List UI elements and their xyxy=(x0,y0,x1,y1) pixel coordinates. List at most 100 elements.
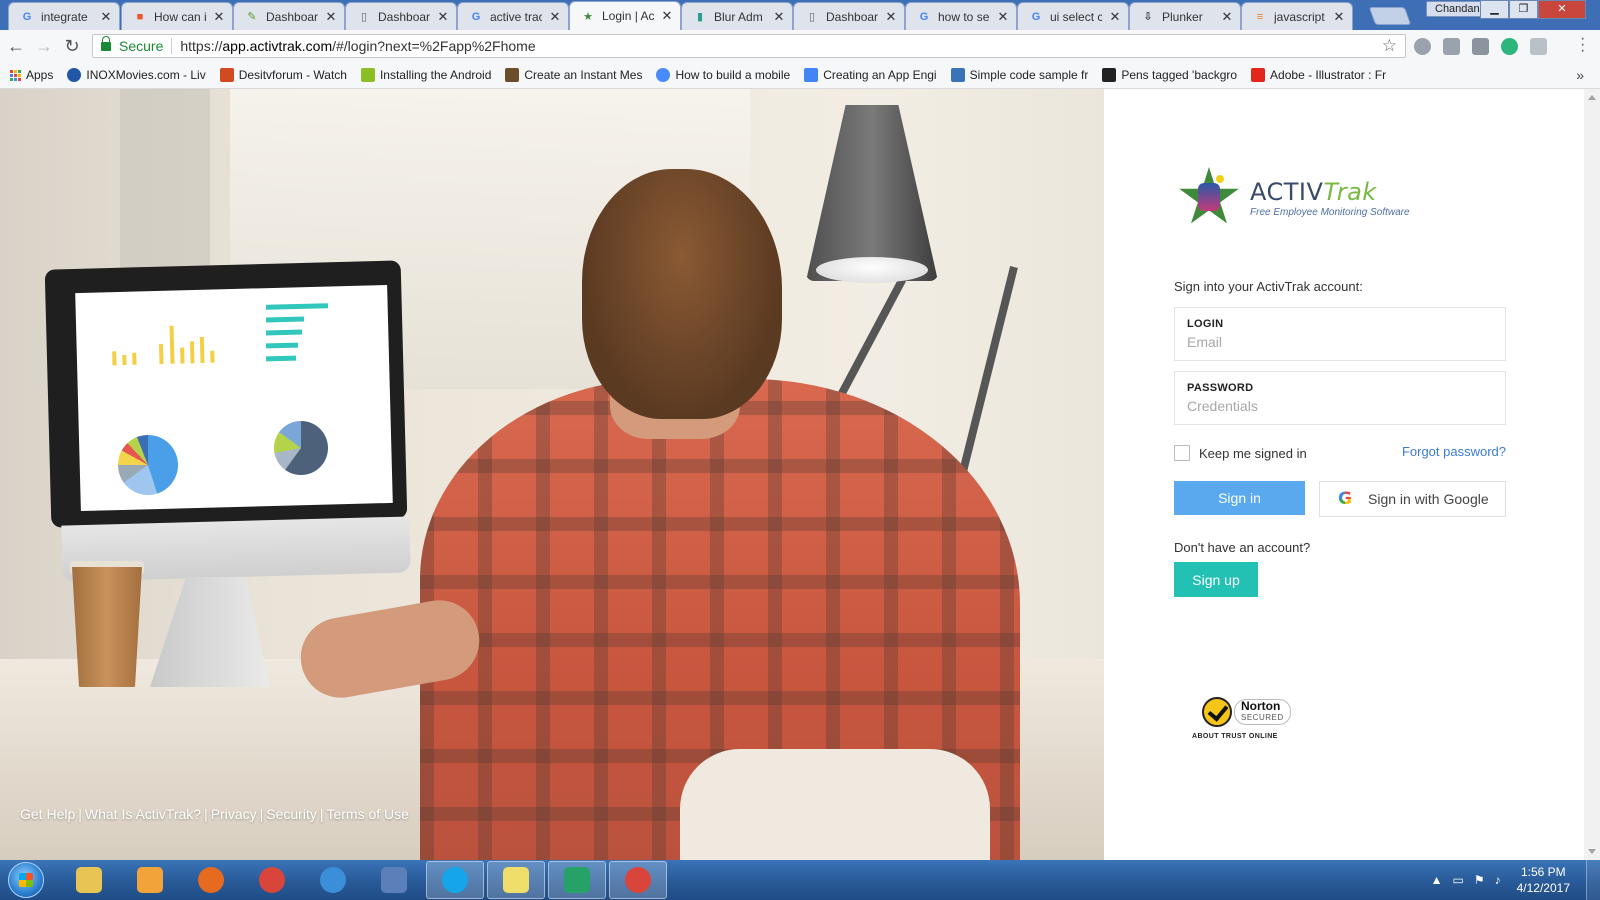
minimize-button[interactable]: ▁ xyxy=(1480,0,1509,19)
extension-icons xyxy=(1414,38,1547,55)
bookmark-label: Desitvforum - Watch xyxy=(238,68,347,82)
browser-tab[interactable]: ★ Login | Ac ✕ xyxy=(569,1,681,30)
bookmark-item[interactable]: INOXMovies.com - Liv xyxy=(67,68,206,82)
taskbar-skype-button[interactable] xyxy=(426,861,484,899)
browser-tab[interactable]: ■ How can i ✕ xyxy=(121,2,233,30)
bookmark-item[interactable]: How to build a mobile xyxy=(656,68,790,82)
back-arrow-icon[interactable]: ← xyxy=(4,34,28,58)
bookmark-item[interactable]: Simple code sample fr xyxy=(950,68,1088,82)
globe-extension-icon[interactable] xyxy=(1414,38,1431,55)
browser-tab[interactable]: ▯ Dashboard ✕ xyxy=(793,2,905,30)
forward-arrow-icon[interactable]: → xyxy=(32,34,56,58)
close-tab-icon[interactable]: ✕ xyxy=(884,9,898,25)
sign-in-with-google-button[interactable]: G Sign in with Google xyxy=(1319,481,1506,517)
browser-tab[interactable]: ▯ Dashboard ✕ xyxy=(345,2,457,30)
close-tab-icon[interactable]: ✕ xyxy=(212,9,226,25)
bookmark-item[interactable]: Creating an App Engi xyxy=(804,68,937,82)
security-link[interactable]: Security xyxy=(266,806,317,822)
forgot-password-link[interactable]: Forgot password? xyxy=(1402,444,1506,459)
password-field: PASSWORD xyxy=(1174,371,1506,425)
chrome-icon xyxy=(259,867,285,893)
close-tab-icon[interactable]: ✕ xyxy=(996,9,1010,25)
close-tab-icon[interactable]: ✕ xyxy=(324,9,338,25)
privacy-link[interactable]: Privacy xyxy=(211,806,257,822)
bookmark-label: Adobe - Illustrator : Fr xyxy=(1270,68,1387,82)
page-scrollbar[interactable] xyxy=(1584,89,1600,860)
close-tab-icon[interactable]: ✕ xyxy=(1332,9,1346,25)
browser-tab[interactable]: ≡ javascript ✕ xyxy=(1241,2,1353,30)
footer-separator: | xyxy=(78,806,82,822)
google-g-icon: G xyxy=(1336,490,1354,508)
browser-tab[interactable]: Gui select c ✕ xyxy=(1017,2,1129,30)
hero-photo: Get Help | What Is ActivTrak? | Privacy | Secu… xyxy=(0,89,1104,860)
start-button[interactable] xyxy=(8,862,44,898)
footer-separator: | xyxy=(204,806,208,822)
close-tab-icon[interactable]: ✕ xyxy=(548,9,562,25)
maximize-button[interactable]: ❐ xyxy=(1509,0,1538,19)
browser-menu-icon[interactable]: · · · xyxy=(1580,31,1585,59)
password-input[interactable] xyxy=(1187,398,1493,414)
action-center-icon[interactable]: ⚑ xyxy=(1474,873,1485,887)
reload-icon[interactable]: ↻ xyxy=(60,34,84,58)
browser-tab[interactable]: ✎ Dashboard ✕ xyxy=(233,2,345,30)
browser-tab[interactable]: ⇩ Plunker ✕ xyxy=(1129,2,1241,30)
bookmark-item[interactable]: Installing the Android xyxy=(360,68,491,82)
taskbar-visual-studio-code-button[interactable] xyxy=(548,861,606,899)
taskbar-internet-explorer-button[interactable] xyxy=(304,861,362,899)
taskbar-media-player-button[interactable] xyxy=(121,861,179,899)
url-text[interactable]: https://app.activtrak.com/#/login?next=%… xyxy=(180,38,535,54)
close-tab-icon[interactable]: ✕ xyxy=(1220,9,1234,25)
show-hidden-icons-icon[interactable]: ▲ xyxy=(1431,873,1443,887)
google-icon: G xyxy=(471,10,481,23)
bookmark-item[interactable]: Desitvforum - Watch xyxy=(219,68,347,82)
more-bookmarks-icon[interactable]: » xyxy=(1576,67,1584,83)
address-bar[interactable]: Secure https://app.activtrak.com/#/login… xyxy=(92,34,1406,58)
norton-secured-badge[interactable]: Norton SECURED ABOUT TRUST ONLINE xyxy=(1192,697,1292,740)
grammarly-extension-icon[interactable] xyxy=(1443,38,1460,55)
new-tab-button[interactable] xyxy=(1368,7,1412,25)
scroll-up-arrow-icon[interactable] xyxy=(1588,95,1596,100)
what-is-activtrak-link[interactable]: What Is ActivTrak? xyxy=(85,806,201,822)
close-tab-icon[interactable]: ✕ xyxy=(436,9,450,25)
bookmark-item[interactable]: Create an Instant Mes xyxy=(505,68,642,82)
keep-signed-in-checkbox[interactable] xyxy=(1174,445,1190,461)
browser-tab[interactable]: Gintegrate ✕ xyxy=(8,2,120,30)
close-tab-icon[interactable]: ✕ xyxy=(99,9,113,25)
taskbar-chrome-button[interactable] xyxy=(243,861,301,899)
taskbar-clock[interactable]: 1:56 PM 4/12/2017 xyxy=(1517,864,1570,896)
bookmark-item[interactable]: Pens tagged 'backgro xyxy=(1102,68,1237,82)
taskbar-remote-desktop-button[interactable] xyxy=(365,861,423,899)
taskbar-firefox-button[interactable] xyxy=(182,861,240,899)
keep-signed-in-label[interactable]: Keep me signed in xyxy=(1199,446,1307,461)
puzzle-extension-icon[interactable] xyxy=(1530,38,1547,55)
bookmark-item[interactable]: Adobe - Illustrator : Fr xyxy=(1251,68,1386,82)
sign-up-button[interactable]: Sign up xyxy=(1174,562,1258,597)
bookmark-item[interactable]: Apps xyxy=(10,68,53,82)
bookmark-label: How to build a mobile xyxy=(675,68,791,82)
close-tab-icon[interactable]: ✕ xyxy=(772,9,786,25)
camera-extension-icon[interactable] xyxy=(1472,38,1489,55)
url-path: /#/login?next=%2Fapp%2Fhome xyxy=(332,38,536,54)
bookmark-star-icon[interactable]: ☆ xyxy=(1382,36,1397,56)
show-desktop-button[interactable] xyxy=(1586,860,1600,900)
close-window-button[interactable]: ✕ xyxy=(1538,0,1586,19)
scroll-down-arrow-icon[interactable] xyxy=(1588,849,1596,854)
network-icon[interactable]: ▭ xyxy=(1453,873,1464,887)
get-help-link[interactable]: Get Help xyxy=(20,806,75,822)
browser-tab[interactable]: Gactive trac ✕ xyxy=(457,2,569,30)
close-tab-icon[interactable]: ✕ xyxy=(660,8,674,24)
taskbar-explorer-button[interactable] xyxy=(60,861,118,899)
chat-extension-icon[interactable] xyxy=(1501,38,1518,55)
bookmark-label: INOXMovies.com - Liv xyxy=(86,68,206,82)
taskbar-sticky-notes-button[interactable] xyxy=(487,861,545,899)
browser-tab[interactable]: Ghow to se ✕ xyxy=(905,2,1017,30)
signin-intro-text: Sign into your ActivTrak account: xyxy=(1174,279,1363,294)
volume-icon[interactable]: ♪ xyxy=(1495,873,1501,887)
terms-of-use-link[interactable]: Terms of Use xyxy=(326,806,408,822)
close-tab-icon[interactable]: ✕ xyxy=(1108,9,1122,25)
browser-tab[interactable]: ▮ Blur Adm ✕ xyxy=(681,2,793,30)
email-input[interactable] xyxy=(1187,334,1493,350)
sticky-notes-icon xyxy=(503,867,529,893)
sign-in-button[interactable]: Sign in xyxy=(1174,481,1305,515)
taskbar-chrome-active-button[interactable] xyxy=(609,861,667,899)
